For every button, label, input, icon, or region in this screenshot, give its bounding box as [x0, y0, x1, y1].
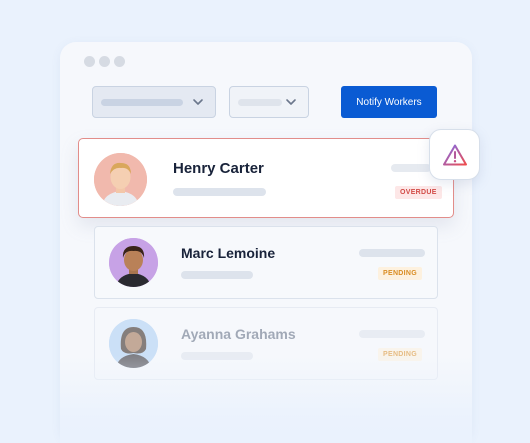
worker-card-pending[interactable]: Marc Lemoine PENDING — [94, 226, 438, 299]
detail-placeholder — [173, 188, 266, 196]
filter-dropdown-primary[interactable] — [92, 86, 216, 118]
warning-triangle-icon — [442, 144, 467, 165]
bottom-fade-overlay — [60, 355, 472, 443]
meta-placeholder — [391, 164, 431, 172]
window-dot-close[interactable] — [84, 56, 95, 67]
alert-button[interactable] — [429, 129, 480, 180]
dropdown-placeholder — [101, 99, 183, 106]
worker-card-overdue[interactable]: Henry Carter OVERDUE — [78, 138, 454, 218]
status-badge: PENDING — [378, 267, 422, 280]
avatar — [94, 153, 147, 206]
dropdown-placeholder — [238, 99, 282, 106]
notify-workers-button[interactable]: Notify Workers — [341, 86, 437, 118]
worker-name: Henry Carter — [173, 160, 264, 177]
chevron-down-icon — [286, 99, 296, 105]
filter-dropdown-secondary[interactable] — [229, 86, 309, 118]
worker-name: Ayanna Grahams — [181, 326, 296, 342]
worker-name: Marc Lemoine — [181, 245, 276, 261]
detail-placeholder — [181, 271, 253, 279]
meta-placeholder — [359, 330, 425, 338]
avatar — [109, 238, 158, 287]
meta-placeholder — [359, 249, 425, 257]
window-controls — [84, 56, 125, 67]
status-badge: OVERDUE — [395, 186, 442, 199]
window-dot-minimize[interactable] — [99, 56, 110, 67]
chevron-down-icon — [193, 99, 203, 105]
window-dot-maximize[interactable] — [114, 56, 125, 67]
